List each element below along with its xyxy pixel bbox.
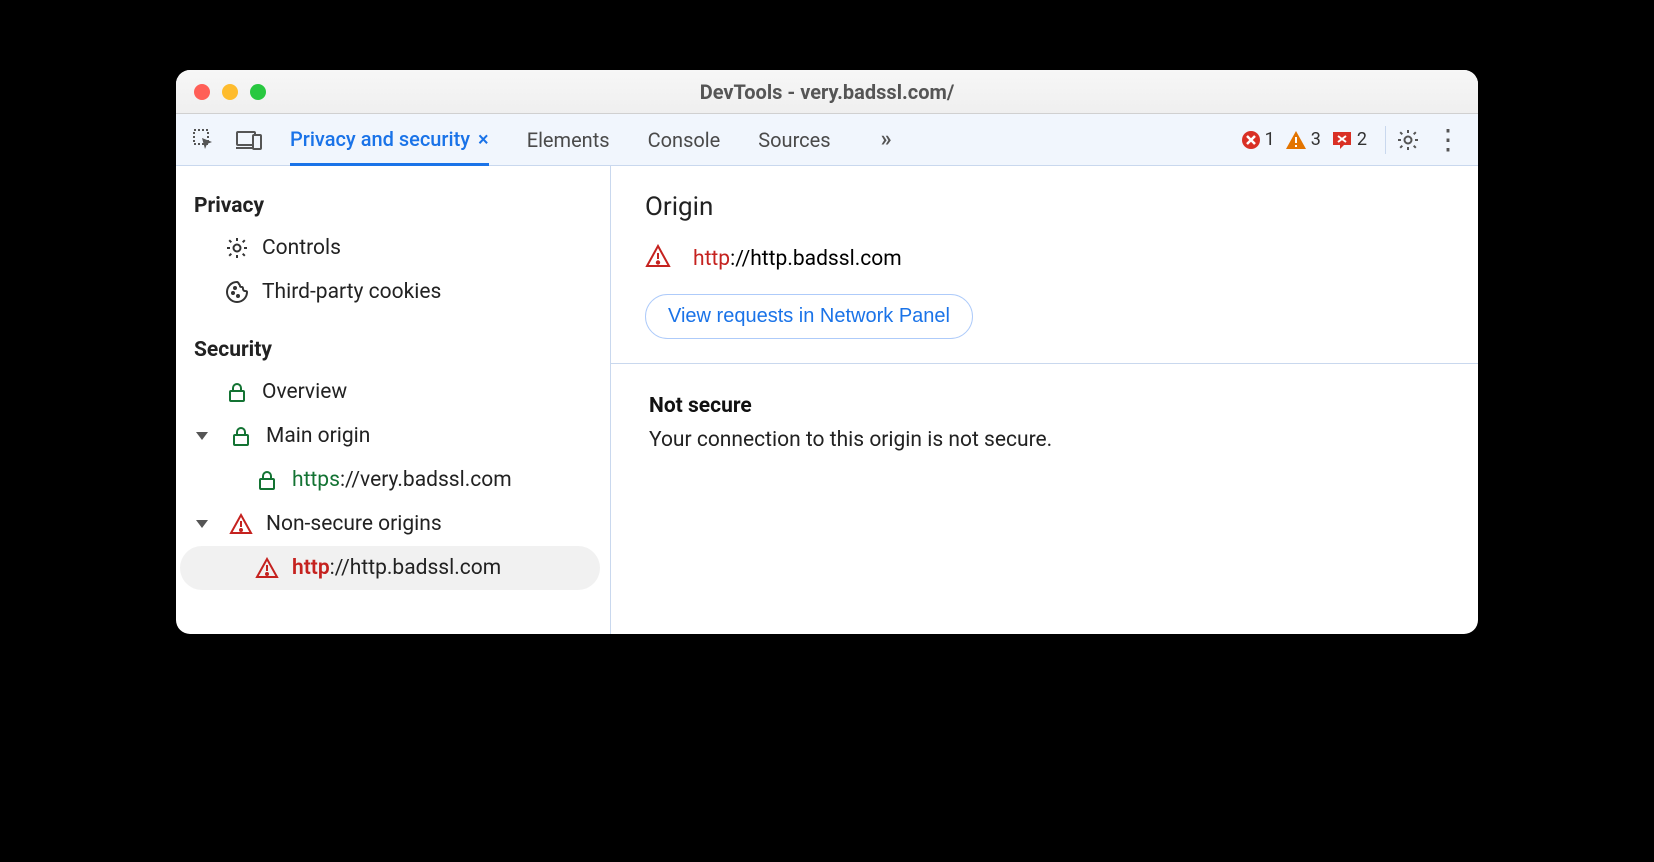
sidebar-item-overview[interactable]: Overview — [176, 370, 610, 414]
warning-icon — [1285, 130, 1307, 150]
main-panel: Origin http://http.badssl.com View reque… — [611, 166, 1478, 634]
origin-url: http://http.badssl.com — [693, 247, 902, 271]
sidebar-item-label: Main origin — [266, 424, 370, 448]
caret-down-icon — [196, 520, 208, 528]
sidebar-item-third-party-cookies[interactable]: Third-party cookies — [176, 270, 610, 314]
not-secure-title: Not secure — [649, 394, 1440, 418]
titlebar: DevTools - very.badssl.com/ — [176, 70, 1478, 114]
warning-triangle-icon — [228, 513, 254, 535]
warnings-indicator[interactable]: 3 — [1285, 129, 1321, 150]
tab-elements[interactable]: Elements — [527, 114, 610, 166]
sidebar-subitem-main-origin-url[interactable]: https://very.badssl.com — [176, 458, 610, 502]
errors-indicator[interactable]: 1 — [1241, 129, 1275, 150]
more-menu-icon[interactable]: ⋮ — [1434, 126, 1462, 154]
security-status-section: Not secure Your connection to this origi… — [611, 364, 1478, 482]
tab-label: Console — [648, 128, 721, 152]
sidebar-item-label: Controls — [262, 236, 341, 260]
sidebar-item-label: Non-secure origins — [266, 512, 442, 536]
tab-label: Elements — [527, 128, 610, 152]
origin-heading: Origin — [645, 192, 1444, 222]
close-window-button[interactable] — [194, 84, 210, 100]
status-icons: 1 3 2 — [1241, 129, 1367, 150]
tab-label: Privacy and security — [290, 127, 470, 151]
close-tab-icon[interactable]: × — [478, 127, 489, 151]
sidebar-item-main-origin[interactable]: Main origin — [176, 414, 610, 458]
errors-count: 1 — [1265, 129, 1275, 150]
security-section-header: Security — [176, 328, 610, 370]
caret-down-icon — [196, 432, 208, 440]
cookie-icon — [224, 280, 250, 304]
sidebar-item-nonsecure-origins[interactable]: Non-secure origins — [176, 502, 610, 546]
issues-count: 2 — [1357, 129, 1367, 150]
warning-triangle-icon — [254, 557, 280, 579]
tab-privacy-security[interactable]: Privacy and security × — [290, 114, 489, 166]
sidebar-item-label: Third-party cookies — [262, 280, 441, 304]
lock-icon — [224, 381, 250, 403]
device-toolbar-icon[interactable] — [236, 129, 262, 151]
panel-body: Privacy Controls Third-party cookies Sec… — [176, 166, 1478, 634]
issues-indicator[interactable]: 2 — [1331, 129, 1367, 150]
warning-triangle-icon — [645, 244, 671, 274]
view-requests-button[interactable]: View requests in Network Panel — [645, 294, 973, 339]
tab-label: Sources — [758, 128, 830, 152]
sidebar: Privacy Controls Third-party cookies Sec… — [176, 166, 611, 634]
sidebar-item-controls[interactable]: Controls — [176, 226, 610, 270]
sidebar-subitem-nonsecure-url[interactable]: http://http.badssl.com — [180, 546, 600, 590]
sidebar-subitem-label: https://very.badssl.com — [292, 468, 512, 492]
tab-console[interactable]: Console — [648, 114, 721, 166]
tab-strip: Privacy and security × Elements Console … — [290, 114, 892, 166]
error-icon — [1241, 130, 1261, 150]
issue-icon — [1331, 130, 1353, 150]
privacy-section-header: Privacy — [176, 184, 610, 226]
minimize-window-button[interactable] — [222, 84, 238, 100]
inspect-element-icon[interactable] — [192, 128, 216, 152]
more-tabs-icon[interactable]: » — [881, 127, 892, 152]
window-title: DevTools - very.badssl.com/ — [176, 80, 1478, 104]
sidebar-subitem-label: http://http.badssl.com — [292, 556, 501, 580]
origin-url-row: http://http.badssl.com — [645, 244, 1444, 274]
gear-icon — [224, 236, 250, 260]
sidebar-item-label: Overview — [262, 380, 347, 404]
traffic-lights — [194, 84, 266, 100]
maximize-window-button[interactable] — [250, 84, 266, 100]
lock-icon — [228, 425, 254, 447]
origin-section: Origin http://http.badssl.com View reque… — [611, 166, 1478, 364]
toolbar: Privacy and security × Elements Console … — [176, 114, 1478, 166]
settings-icon[interactable] — [1396, 128, 1420, 152]
tab-sources[interactable]: Sources — [758, 114, 830, 166]
devtools-window: DevTools - very.badssl.com/ Privacy and … — [176, 70, 1478, 634]
lock-icon — [254, 469, 280, 491]
divider — [1385, 126, 1386, 154]
not-secure-description: Your connection to this origin is not se… — [649, 428, 1440, 452]
warnings-count: 3 — [1311, 129, 1321, 150]
